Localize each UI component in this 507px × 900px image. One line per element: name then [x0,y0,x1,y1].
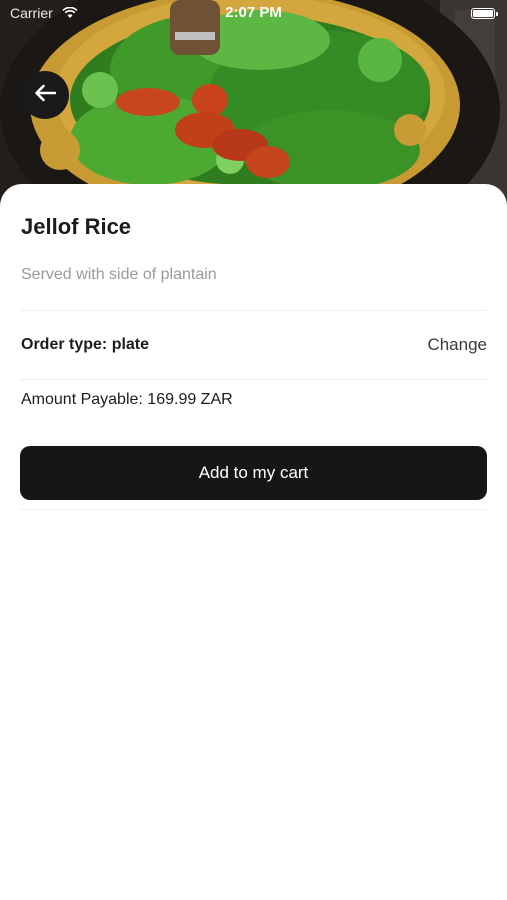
divider [21,310,487,311]
order-type-label: Order type: plate [21,336,150,353]
status-time: 2:07 PM [225,4,282,21]
change-order-type-button[interactable]: Change [427,335,487,355]
back-button[interactable] [21,71,69,119]
product-description: Served with side of plantain [21,266,217,283]
food-photo [0,0,507,210]
divider [21,509,487,510]
product-detail-sheet: Jellof Rice Served with side of plantain… [0,184,507,900]
battery-icon [471,8,498,19]
hero-food-image [0,0,507,210]
add-to-cart-button[interactable]: Add to my cart [20,446,487,500]
product-title: Jellof Rice [21,214,132,239]
divider [21,379,487,380]
amount-payable: Amount Payable: 169.99 ZAR [21,391,233,408]
status-bar: Carrier 2:07 PM [0,0,507,28]
arrow-left-icon [34,84,57,107]
